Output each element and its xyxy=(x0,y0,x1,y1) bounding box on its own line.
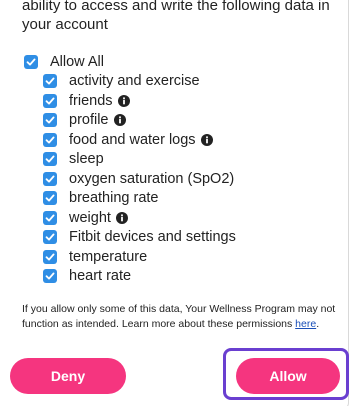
permissions-card: ability to access and write the followin… xyxy=(0,0,349,406)
checkmark-icon xyxy=(45,136,55,144)
permission-label: Fitbit devices and settings xyxy=(69,229,236,246)
permission-label: breathing rate xyxy=(69,190,159,207)
permissions-note: If you allow only some of this data, You… xyxy=(22,302,340,332)
checkmark-icon xyxy=(45,253,55,261)
checkmark-icon xyxy=(45,194,55,202)
permission-checkbox[interactable] xyxy=(43,230,57,245)
note-text: If you allow only some of this data, You… xyxy=(22,303,336,330)
permission-label: oxygen saturation (SpO2) xyxy=(69,170,235,187)
permission-checkbox[interactable] xyxy=(43,269,57,284)
permission-item[interactable]: oxygen saturation (SpO2) xyxy=(24,169,236,189)
checkmark-icon xyxy=(45,214,55,222)
permission-checkbox[interactable] xyxy=(43,113,57,128)
permission-item[interactable]: friends xyxy=(24,91,236,111)
info-icon[interactable] xyxy=(115,211,128,224)
permission-checkbox[interactable] xyxy=(43,191,57,206)
note-suffix: . xyxy=(316,318,320,330)
permission-label: friends xyxy=(69,92,113,109)
permissions-dialog: ability to access and write the followin… xyxy=(0,0,351,406)
permission-checkbox[interactable] xyxy=(43,132,57,147)
permissions-list: Allow All activity and exercise friends pr… xyxy=(24,52,236,286)
allow-button[interactable]: Allow xyxy=(236,358,340,394)
permission-item[interactable]: breathing rate xyxy=(24,189,236,209)
permission-item[interactable]: profile xyxy=(24,111,236,131)
permission-checkbox[interactable] xyxy=(43,171,57,186)
permission-item[interactable]: food and water logs xyxy=(24,130,236,150)
permission-label: activity and exercise xyxy=(69,73,200,90)
checkmark-icon xyxy=(45,175,55,183)
permission-item[interactable]: activity and exercise xyxy=(24,72,236,92)
permission-item[interactable]: weight xyxy=(24,208,236,228)
allow-all-checkbox[interactable] xyxy=(24,54,38,69)
permission-label: temperature xyxy=(69,248,148,265)
permission-item[interactable]: Fitbit devices and settings xyxy=(24,228,236,248)
allow-all-label: Allow All xyxy=(50,53,104,70)
permissions-help-link[interactable]: here xyxy=(295,318,316,330)
permission-item[interactable]: heart rate xyxy=(24,267,236,287)
permission-checkbox[interactable] xyxy=(43,249,57,264)
allow-all-item[interactable]: Allow All xyxy=(24,52,236,72)
permission-label: weight xyxy=(69,209,111,226)
permission-item[interactable]: sleep xyxy=(24,150,236,170)
deny-button[interactable]: Deny xyxy=(10,358,126,394)
permission-checkbox[interactable] xyxy=(43,74,57,89)
checkmark-icon xyxy=(45,116,55,124)
intro-text: ability to access and write the followin… xyxy=(22,0,330,33)
permission-checkbox[interactable] xyxy=(43,93,57,108)
permission-label: sleep xyxy=(69,151,104,168)
checkmark-icon xyxy=(45,155,55,163)
checkmark-icon xyxy=(45,97,55,105)
permission-checkbox[interactable] xyxy=(43,210,57,225)
checkmark-icon xyxy=(45,233,55,241)
info-icon[interactable] xyxy=(200,133,213,146)
permission-label: heart rate xyxy=(69,268,132,285)
checkmark-icon xyxy=(26,58,36,66)
info-icon[interactable] xyxy=(113,114,126,127)
checkmark-icon xyxy=(45,77,55,85)
permission-checkbox[interactable] xyxy=(43,152,57,167)
checkmark-icon xyxy=(45,272,55,280)
info-icon[interactable] xyxy=(117,94,130,107)
permission-label: profile xyxy=(69,112,109,129)
permission-item[interactable]: temperature xyxy=(24,247,236,267)
permission-label: food and water logs xyxy=(69,131,196,148)
